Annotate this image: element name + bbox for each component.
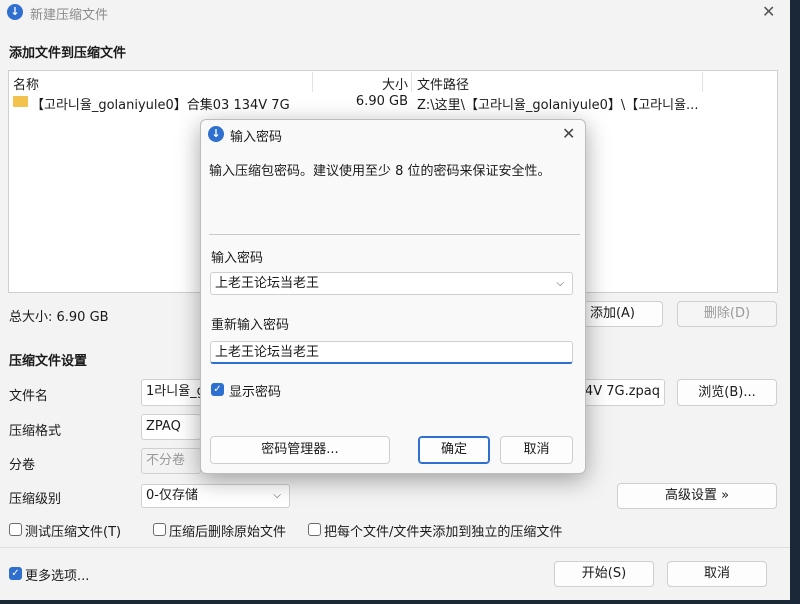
volume-value: 不分卷 — [146, 453, 186, 468]
filename-value-right: 34V 7G.zpaq — [576, 384, 660, 399]
close-icon[interactable]: ✕ — [562, 124, 575, 143]
row-path: Z:\这里\【고라니율_golaniyule0】\【고라니율... — [417, 98, 699, 113]
column-path[interactable]: 文件路径 — [417, 74, 469, 93]
delete-after-label[interactable]: 压缩后删除原始文件 — [169, 521, 286, 540]
test-checkbox[interactable] — [9, 523, 22, 536]
section-settings-title: 压缩文件设置 — [9, 354, 88, 369]
password-label: 输入密码 — [211, 251, 264, 266]
close-icon[interactable]: ✕ — [762, 2, 775, 21]
delete-after-checkbox[interactable] — [153, 523, 166, 536]
column-name[interactable]: 名称 — [13, 74, 39, 93]
ok-button[interactable]: 确定 — [418, 436, 490, 464]
separate-label[interactable]: 把每个文件/文件夹添加到独立的压缩文件 — [324, 521, 562, 540]
window-title: 新建压缩文件 — [30, 8, 109, 23]
format-select[interactable]: ZPAQ — [141, 414, 201, 440]
more-options-label[interactable]: 更多选项... — [25, 565, 89, 584]
password-value: 上老王论坛当老王 — [215, 276, 320, 291]
show-password-checkbox[interactable]: ✓ — [211, 383, 224, 396]
chevron-down-icon: ⌵ — [273, 490, 281, 501]
confirm-password-label: 重新输入密码 — [211, 318, 290, 333]
separate-checkbox[interactable] — [308, 523, 321, 536]
chevron-down-icon[interactable]: ⌵ — [556, 273, 564, 294]
show-password-label[interactable]: 显示密码 — [229, 381, 281, 400]
section-add-title: 添加文件到压缩文件 — [9, 46, 127, 61]
level-select[interactable]: 0-仅存储 ⌵ — [141, 484, 290, 508]
browse-button[interactable]: 浏览(B)... — [677, 379, 777, 406]
app-logo-icon: ↓ — [208, 126, 224, 142]
volume-select[interactable]: 不分卷 — [141, 448, 201, 474]
column-size[interactable]: 大小 — [312, 74, 408, 93]
password-input[interactable]: 上老王论坛当老王 ⌵ — [210, 272, 573, 295]
divider — [0, 547, 790, 548]
start-button[interactable]: 开始(S) — [554, 561, 654, 587]
confirm-password-input[interactable]: 上老王论坛当老王 — [210, 341, 573, 364]
format-value: ZPAQ — [146, 419, 181, 434]
folder-icon — [13, 96, 28, 107]
dialog-cancel-button[interactable]: 取消 — [500, 436, 573, 464]
filename-value-left: 1라니율_g — [146, 384, 205, 399]
row-name: 【고라니율_golaniyule0】合集03 134V 7G — [31, 98, 290, 113]
row-size: 6.90 GB — [355, 94, 408, 109]
cancel-button[interactable]: 取消 — [667, 561, 767, 587]
volume-label: 分卷 — [9, 458, 36, 473]
filename-label: 文件名 — [9, 389, 49, 404]
level-value: 0-仅存储 — [146, 488, 198, 503]
dialog-hint: 输入压缩包密码。建议使用至少 8 位的密码来保证安全性。 — [209, 164, 551, 179]
delete-button[interactable]: 删除(D) — [677, 301, 777, 327]
column-divider — [702, 72, 703, 92]
more-options-checkbox[interactable]: ✓ — [9, 567, 22, 580]
total-size: 总大小: 6.90 GB — [9, 310, 109, 325]
dialog-title: 输入密码 — [230, 130, 283, 145]
confirm-password-value: 上老王论坛当老王 — [215, 345, 320, 360]
password-manager-button[interactable]: 密码管理器... — [210, 436, 390, 464]
level-label: 压缩级别 — [9, 492, 62, 507]
column-divider — [411, 72, 412, 92]
app-logo-icon: ↓ — [7, 4, 23, 20]
format-label: 压缩格式 — [9, 424, 62, 439]
dialog-divider — [209, 234, 580, 235]
test-checkbox-label[interactable]: 测试压缩文件(T) — [25, 521, 121, 540]
advanced-settings-button[interactable]: 高级设置 » — [617, 483, 777, 509]
